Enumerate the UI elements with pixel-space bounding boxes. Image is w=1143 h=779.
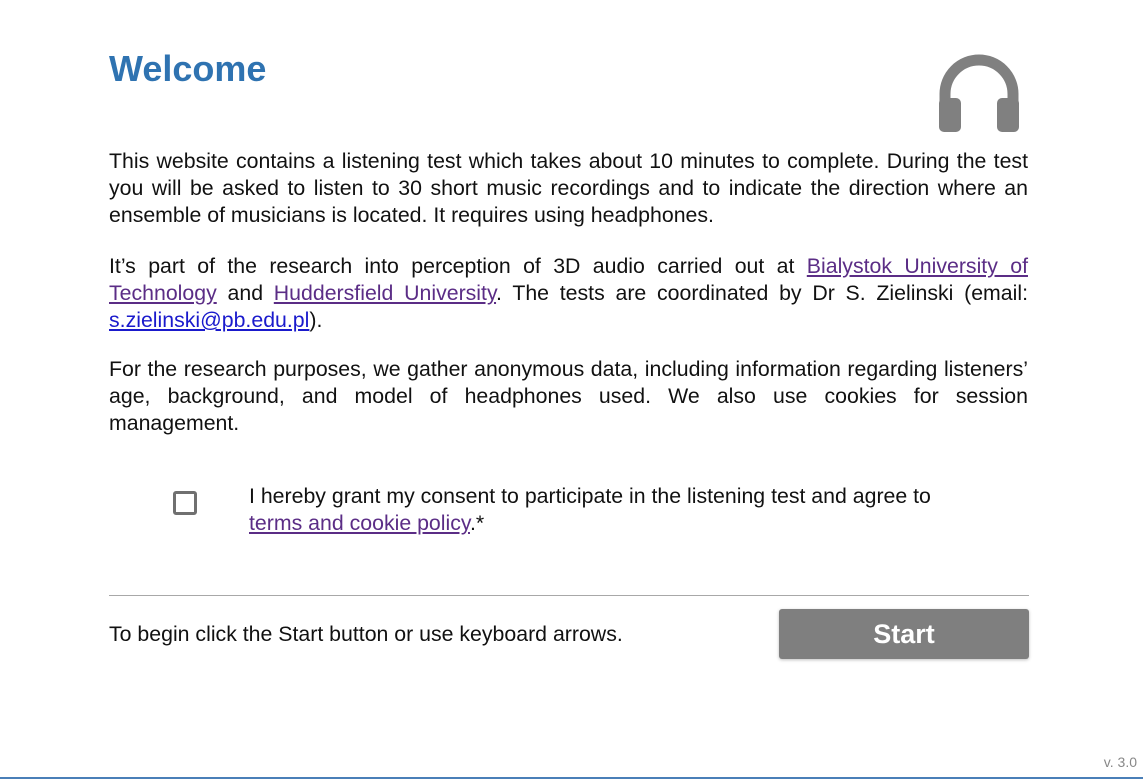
consent-label: I hereby grant my consent to participate…: [249, 483, 989, 537]
consent-checkbox[interactable]: [173, 491, 197, 515]
coordinator-text: . The tests are coordinated by Dr S. Zie…: [496, 281, 1028, 305]
intro-paragraph-3: For the research purposes, we gather ano…: [109, 357, 1028, 435]
start-button[interactable]: Start: [779, 609, 1029, 659]
email-link[interactable]: s.zielinski@pb.edu.pl: [109, 308, 309, 332]
version-label: v. 3.0: [1103, 754, 1137, 770]
consent-text: I hereby grant my consent to participate…: [249, 484, 931, 508]
divider: [109, 595, 1029, 596]
closing-text: ).: [309, 308, 323, 332]
huddersfield-university-link[interactable]: Huddersfield University: [274, 281, 496, 305]
required-marker: .*: [469, 511, 485, 535]
connector-text: and: [216, 281, 274, 305]
headphones-icon: [939, 54, 1019, 132]
intro-paragraph-1: This website contains a listening test w…: [109, 149, 1028, 227]
start-hint: To begin click the Start button or use k…: [109, 622, 623, 646]
welcome-page: Welcome This website contains a listenin…: [109, 0, 1029, 779]
intro-paragraph-2: It’s part of the research into perceptio…: [109, 253, 1028, 334]
research-text: It’s part of the research into perceptio…: [109, 254, 807, 278]
terms-policy-link[interactable]: terms and cookie policy: [249, 511, 470, 535]
page-title: Welcome: [109, 48, 267, 89]
